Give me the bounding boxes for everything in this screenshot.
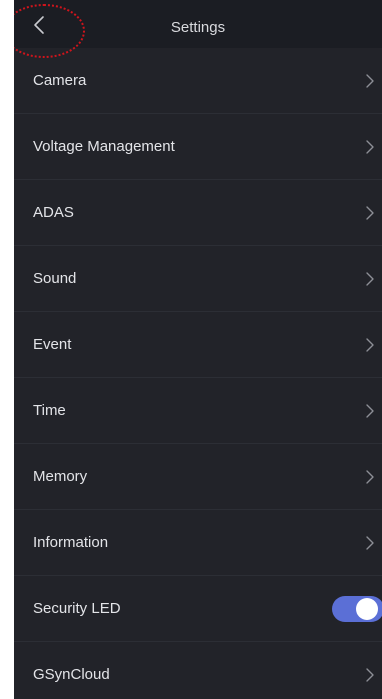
chevron-right-icon — [366, 668, 374, 682]
settings-item-adas[interactable]: ADAS — [14, 180, 382, 246]
chevron-right-icon — [366, 272, 374, 286]
chevron-right-icon — [366, 74, 374, 88]
settings-screen: Settings Camera Voltage Management ADAS … — [14, 0, 382, 699]
settings-item-information[interactable]: Information — [14, 510, 382, 576]
settings-item-event[interactable]: Event — [14, 312, 382, 378]
chevron-right-icon — [366, 470, 374, 484]
settings-item-label: GSynCloud — [33, 666, 110, 683]
chevron-right-icon — [366, 338, 374, 352]
toggle-knob — [356, 598, 378, 620]
settings-item-label: Camera — [33, 72, 87, 89]
settings-item-time[interactable]: Time — [14, 378, 382, 444]
settings-item-security-led: Security LED — [14, 576, 382, 642]
settings-item-label: Security LED — [33, 600, 121, 617]
settings-item-label: Information — [33, 534, 109, 551]
settings-item-label: Sound — [33, 270, 77, 287]
settings-item-label: ADAS — [33, 204, 74, 221]
page-title: Settings — [170, 19, 226, 36]
settings-item-gsyncloud[interactable]: GSynCloud — [14, 642, 382, 699]
settings-item-voltage-management[interactable]: Voltage Management — [14, 114, 382, 180]
chevron-right-icon — [366, 140, 374, 154]
settings-item-label: Event — [33, 336, 72, 353]
settings-item-label: Voltage Management — [33, 138, 175, 155]
chevron-right-icon — [366, 206, 374, 220]
settings-item-sound[interactable]: Sound — [14, 246, 382, 312]
chevron-right-icon — [366, 536, 374, 550]
settings-list: Camera Voltage Management ADAS Sound Eve… — [14, 48, 382, 699]
chevron-right-icon — [366, 404, 374, 418]
settings-item-camera[interactable]: Camera — [14, 48, 382, 114]
top-bar: Settings — [14, 0, 382, 48]
settings-item-label: Time — [33, 402, 66, 419]
security-led-toggle[interactable] — [332, 596, 382, 622]
settings-item-label: Memory — [33, 468, 88, 485]
settings-item-memory[interactable]: Memory — [14, 444, 382, 510]
